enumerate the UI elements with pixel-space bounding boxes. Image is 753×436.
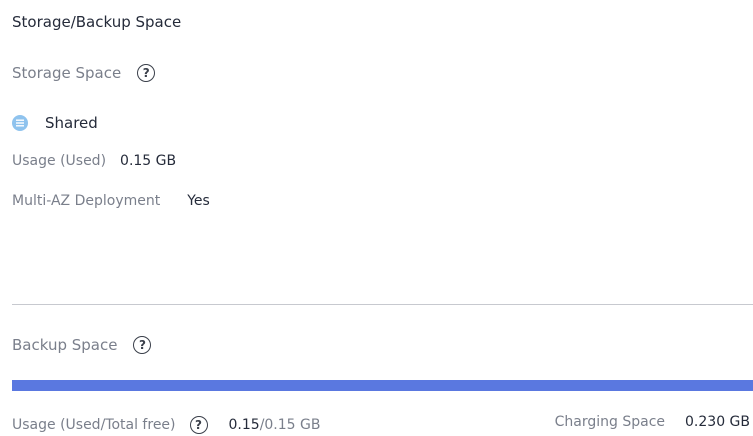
- help-icon[interactable]: ?: [189, 416, 208, 434]
- backup-usage-bar-fill: [12, 380, 753, 391]
- multi-az-row: Multi-AZ Deployment Yes: [12, 193, 210, 209]
- charging-space-value: 0.230 GB: [685, 414, 750, 430]
- charging-space-label: Charging Space: [554, 414, 666, 430]
- backup-space-label: Backup Space: [12, 336, 118, 354]
- backup-usage-bar: [12, 380, 753, 391]
- multi-az-label: Multi-AZ Deployment: [12, 193, 161, 209]
- help-icon[interactable]: ?: [133, 336, 152, 354]
- backup-usage-label: Usage (Used/Total free): [12, 417, 176, 433]
- charging-space-row: Charging Space 0.230 GB: [555, 414, 750, 430]
- storage-list-icon: [12, 115, 28, 131]
- backup-space-header: Backup Space ?: [12, 336, 152, 354]
- backup-total-value: /0.15 GB: [259, 417, 321, 433]
- section-title: Storage/Backup Space: [12, 13, 182, 31]
- backup-usage-value: 0.15/0.15 GB: [229, 417, 321, 433]
- storage-type-value: Shared: [45, 114, 98, 132]
- storage-space-header: Storage Space ?: [12, 64, 156, 82]
- storage-usage-value: 0.15 GB: [120, 153, 177, 169]
- multi-az-value: Yes: [187, 193, 210, 209]
- storage-type: Shared: [12, 114, 98, 132]
- backup-usage-row: Usage (Used/Total free) ? 0.15/0.15 GB: [12, 416, 320, 434]
- storage-usage-label: Usage (Used): [12, 153, 107, 169]
- storage-space-label: Storage Space: [12, 64, 122, 82]
- section-divider: [12, 304, 753, 305]
- storage-usage-row: Usage (Used) 0.15 GB: [12, 153, 176, 169]
- backup-used-value: 0.15: [228, 417, 260, 433]
- storage-list-icon-glyph: [16, 119, 24, 127]
- help-icon[interactable]: ?: [137, 64, 156, 82]
